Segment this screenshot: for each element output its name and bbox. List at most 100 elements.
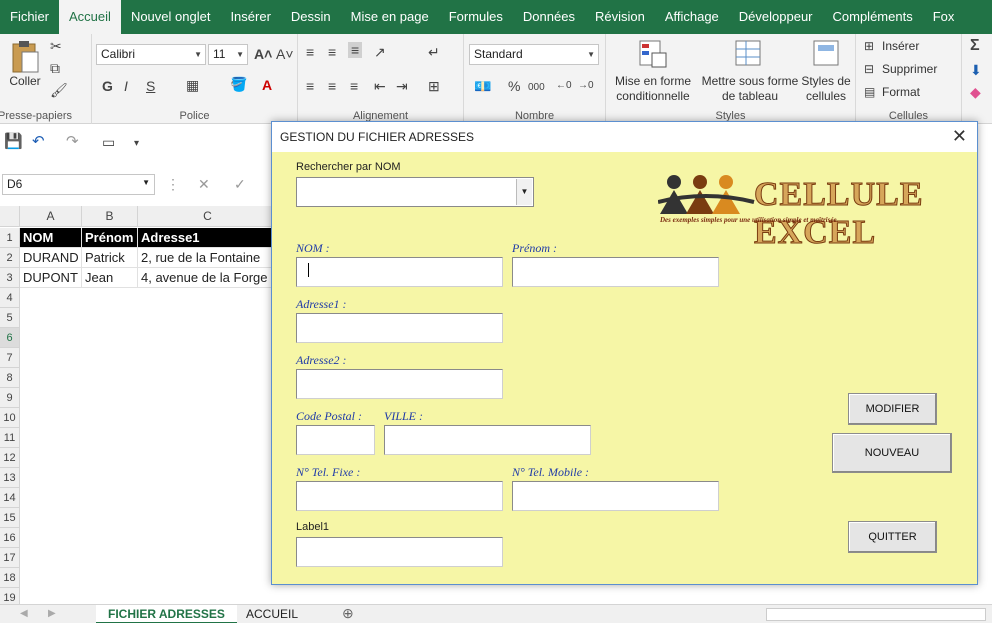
decrease-decimal-icon[interactable]: →0 xyxy=(578,78,594,94)
paste-label[interactable]: Coller xyxy=(6,74,44,89)
prev-sheet-icon[interactable]: ◀ xyxy=(20,606,28,622)
cell-b1[interactable]: Prénom xyxy=(82,228,138,248)
cell-b2[interactable]: Patrick xyxy=(82,248,138,268)
tab-revision[interactable]: Révision xyxy=(585,0,655,34)
format-cells-label[interactable]: Format xyxy=(882,85,920,100)
underline-button[interactable]: S xyxy=(146,78,155,94)
align-middle-icon[interactable]: ≡ xyxy=(328,44,336,60)
row-header-6[interactable]: 6 xyxy=(0,328,20,348)
currency-icon[interactable]: 💶 xyxy=(474,78,491,94)
row-header-3[interactable]: 3 xyxy=(0,268,20,288)
orientation-icon[interactable]: ↗ xyxy=(374,44,386,60)
align-left-icon[interactable]: ≡ xyxy=(306,78,314,94)
add-sheet-icon[interactable]: ⊕ xyxy=(342,605,354,621)
tab-dessin[interactable]: Dessin xyxy=(281,0,341,34)
insert-cells-icon[interactable]: ⊞ xyxy=(864,38,874,54)
cell-a3[interactable]: DUPONT xyxy=(20,268,82,288)
cancel-formula-icon[interactable]: ✕ xyxy=(198,176,210,192)
tab-complements[interactable]: Compléments xyxy=(823,0,923,34)
row-header-16[interactable]: 16 xyxy=(0,528,20,548)
row-header-5[interactable]: 5 xyxy=(0,308,20,328)
row-header-7[interactable]: 7 xyxy=(0,348,20,368)
prenom-textbox[interactable] xyxy=(512,257,719,287)
column-header-c[interactable]: C xyxy=(138,206,278,227)
row-header-17[interactable]: 17 xyxy=(0,548,20,568)
decrease-font-icon[interactable]: A˅ xyxy=(276,46,294,62)
increase-decimal-icon[interactable]: ←0 xyxy=(556,78,572,94)
align-bottom-icon[interactable]: ≡ xyxy=(348,42,363,58)
row-header-1[interactable]: 1 xyxy=(0,228,20,248)
tab-donnees[interactable]: Données xyxy=(513,0,585,34)
tab-fichier[interactable]: Fichier xyxy=(0,0,59,34)
sheet-tab-fichier-adresses[interactable]: FICHIER ADRESSES xyxy=(96,605,237,623)
align-center-icon[interactable]: ≡ xyxy=(328,78,336,94)
name-box[interactable]: D6 ▼ xyxy=(2,174,155,195)
borders-icon[interactable]: ▦ xyxy=(186,77,199,93)
increase-font-icon[interactable]: A˄ xyxy=(254,46,272,62)
percent-button[interactable]: % xyxy=(508,78,520,94)
cell-b3[interactable]: Jean xyxy=(82,268,138,288)
tel-fixe-textbox[interactable] xyxy=(296,481,503,511)
format-table-label-2[interactable]: de tableau xyxy=(698,89,802,104)
tab-developpeur[interactable]: Développeur xyxy=(729,0,823,34)
merge-center-icon[interactable]: ⊞ xyxy=(428,78,440,94)
cell-c2[interactable]: 2, rue de la Fontaine xyxy=(138,248,278,268)
row-header-14[interactable]: 14 xyxy=(0,488,20,508)
copy-icon[interactable]: ⧉ xyxy=(50,60,60,76)
nouveau-button[interactable]: NOUVEAU xyxy=(832,433,952,473)
sheet-tab-accueil[interactable]: ACCUEIL xyxy=(234,605,310,623)
adresse1-textbox[interactable] xyxy=(296,313,503,343)
font-color-icon[interactable]: A xyxy=(262,77,272,93)
align-top-icon[interactable]: ≡ xyxy=(306,44,314,60)
row-header-11[interactable]: 11 xyxy=(0,428,20,448)
tab-mise-en-page[interactable]: Mise en page xyxy=(341,0,439,34)
cell-a1[interactable]: NOM xyxy=(20,228,82,248)
paste-icon[interactable] xyxy=(10,40,40,76)
font-size-combo[interactable]: 11 ▼ xyxy=(208,44,248,65)
cell-c3[interactable]: 4, avenue de la Forge xyxy=(138,268,278,288)
conditional-format-label-2[interactable]: conditionnelle xyxy=(606,89,700,104)
tab-formules[interactable]: Formules xyxy=(439,0,513,34)
confirm-formula-icon[interactable]: ✓ xyxy=(234,176,246,192)
cell-styles-label-1[interactable]: Styles de xyxy=(800,74,852,89)
insert-cells-label[interactable]: Insérer xyxy=(882,39,919,54)
select-all-corner[interactable] xyxy=(0,206,20,227)
clear-icon[interactable]: ◆ xyxy=(970,84,981,100)
form-icon[interactable]: ▭ xyxy=(102,134,115,150)
tab-fox[interactable]: Fox xyxy=(923,0,965,34)
search-combobox[interactable]: ▼ xyxy=(296,177,534,207)
row-header-18[interactable]: 18 xyxy=(0,568,20,588)
format-table-label-1[interactable]: Mettre sous forme xyxy=(698,74,802,89)
ville-textbox[interactable] xyxy=(384,425,591,455)
close-icon[interactable]: ✕ xyxy=(952,126,967,146)
autosum-icon[interactable]: Σ xyxy=(970,38,980,54)
format-painter-icon[interactable]: 🖌 xyxy=(50,82,68,98)
thousands-button[interactable]: 000 xyxy=(528,80,545,96)
row-header-10[interactable]: 10 xyxy=(0,408,20,428)
row-header-8[interactable]: 8 xyxy=(0,368,20,388)
tel-mobile-textbox[interactable] xyxy=(512,481,719,511)
row-header-9[interactable]: 9 xyxy=(0,388,20,408)
cell-styles-icon[interactable] xyxy=(812,39,844,71)
tab-inserer[interactable]: Insérer xyxy=(220,0,280,34)
font-name-combo[interactable]: Calibri ▼ xyxy=(96,44,206,65)
conditional-format-icon[interactable] xyxy=(638,39,668,71)
decrease-indent-icon[interactable]: ⇤ xyxy=(374,78,386,94)
cut-icon[interactable]: ✂ xyxy=(50,38,62,54)
row-header-12[interactable]: 12 xyxy=(0,448,20,468)
format-cells-icon[interactable]: ▤ xyxy=(864,84,875,100)
increase-indent-icon[interactable]: ⇥ xyxy=(396,78,408,94)
fill-down-icon[interactable]: ⬇ xyxy=(970,62,982,78)
bold-button[interactable]: G xyxy=(102,78,113,94)
tab-nouvel-onglet[interactable]: Nouvel onglet xyxy=(121,0,221,34)
row-header-13[interactable]: 13 xyxy=(0,468,20,488)
undo-icon[interactable]: ↶ xyxy=(32,134,45,150)
delete-cells-label[interactable]: Supprimer xyxy=(882,62,937,77)
chevron-down-icon[interactable]: ▼ xyxy=(516,179,532,205)
tab-accueil[interactable]: Accueil xyxy=(59,0,121,34)
column-header-b[interactable]: B xyxy=(82,206,138,227)
label1-textbox[interactable] xyxy=(296,537,503,567)
nom-textbox[interactable] xyxy=(296,257,503,287)
row-header-4[interactable]: 4 xyxy=(0,288,20,308)
cell-c1[interactable]: Adresse1 xyxy=(138,228,278,248)
